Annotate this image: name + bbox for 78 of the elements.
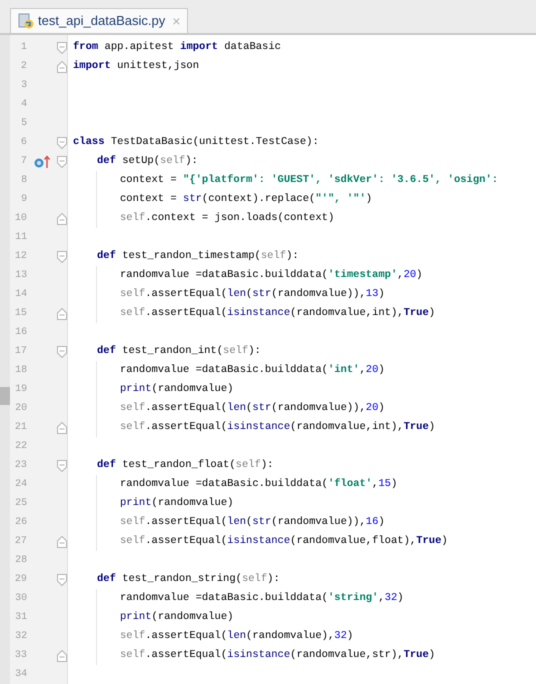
code-line: def test_randon_string(self): bbox=[97, 572, 280, 587]
python-file-icon bbox=[18, 13, 34, 29]
file-tab[interactable]: test_api_dataBasic.py × bbox=[10, 8, 188, 33]
tab-title: test_api_dataBasic.py bbox=[38, 12, 166, 30]
fold-icon[interactable] bbox=[57, 42, 67, 54]
fold-icon[interactable] bbox=[57, 536, 67, 548]
line-number: 24 bbox=[14, 478, 28, 492]
line-number: 17 bbox=[14, 345, 27, 359]
fold-icon[interactable] bbox=[57, 422, 67, 434]
line-number: 16 bbox=[14, 326, 28, 340]
line-number: 8 bbox=[20, 174, 28, 188]
override-icon[interactable] bbox=[34, 154, 50, 168]
line-number: 6 bbox=[20, 136, 27, 150]
line-number: 7 bbox=[20, 155, 27, 169]
fold-icon[interactable] bbox=[57, 650, 67, 662]
code-line: import unittest,json bbox=[73, 58, 200, 74]
line-number: 1 bbox=[20, 41, 27, 55]
code-line: from app.apitest import dataBasic bbox=[73, 40, 281, 55]
fold-icon[interactable] bbox=[57, 212, 67, 224]
fold-icon[interactable] bbox=[57, 574, 67, 586]
code-line: def test_randon_int(self): bbox=[97, 344, 261, 359]
code-line: randomvalue =dataBasic.builddata('float',15) bbox=[120, 476, 398, 492]
fold-icon[interactable] bbox=[57, 156, 67, 168]
line-number: 10 bbox=[14, 212, 27, 226]
code-line: def test_randon_timestamp(self): bbox=[97, 248, 299, 264]
code-line: self.assertEqual(len(str(randomvalue)),20) bbox=[120, 400, 385, 416]
code-line: self.assertEqual(isinstance(randomvalue,int),True) bbox=[120, 420, 436, 435]
code-line: self.assertEqual(len(str(randomvalue)),16) bbox=[120, 514, 385, 530]
line-number: 9 bbox=[20, 193, 28, 207]
line-number: 12 bbox=[14, 250, 27, 264]
line-number: 26 bbox=[14, 516, 28, 530]
fold-icon[interactable] bbox=[57, 136, 67, 148]
code-line: def test_randon_float(self): bbox=[97, 458, 274, 473]
code-line: randomvalue =dataBasic.builddata('timestamp',20) bbox=[120, 268, 422, 283]
fold-icon[interactable] bbox=[57, 308, 67, 320]
line-number: 19 bbox=[14, 383, 28, 397]
code-line: print(randomvalue) bbox=[120, 610, 234, 625]
code-line: print(randomvalue) bbox=[120, 382, 234, 397]
fold-icon[interactable] bbox=[57, 60, 67, 72]
line-number: 25 bbox=[14, 497, 28, 511]
line-number: 14 bbox=[14, 288, 28, 302]
code-line: randomvalue =dataBasic.builddata('int',20) bbox=[120, 362, 385, 378]
code-line: print(randomvalue) bbox=[120, 496, 234, 511]
line-number: 33 bbox=[14, 649, 27, 663]
fold-icon[interactable] bbox=[57, 460, 67, 472]
fold-icon[interactable] bbox=[57, 250, 67, 262]
line-number: 22 bbox=[14, 440, 28, 454]
line-number: 18 bbox=[14, 364, 28, 378]
line-number: 11 bbox=[14, 231, 28, 245]
code-line: def setUp(self): bbox=[97, 154, 198, 169]
code-line: context = str(context).replace("'", '"') bbox=[120, 192, 372, 207]
code-line: context = "{'platform': 'GUEST', 'sdkVer': '3.6.5', 'osign': bbox=[120, 172, 498, 188]
line-number: 31 bbox=[14, 611, 28, 625]
line-number: 34 bbox=[14, 668, 28, 682]
code-line: self.assertEqual(len(str(randomvalue)),13) bbox=[120, 286, 385, 302]
line-number: 4 bbox=[20, 98, 28, 112]
line-number: 20 bbox=[14, 402, 28, 416]
code-line: self.assertEqual(isinstance(randomvalue,str),True) bbox=[120, 648, 436, 663]
line-number: 3 bbox=[20, 79, 28, 93]
code-line: randomvalue =dataBasic.builddata('string',32) bbox=[120, 590, 404, 606]
line-number: 27 bbox=[14, 535, 27, 549]
line-number: 28 bbox=[14, 554, 28, 568]
line-number: 13 bbox=[14, 269, 28, 283]
code-line: self.context = json.loads(context) bbox=[120, 210, 334, 226]
line-number: 2 bbox=[20, 60, 27, 74]
line-number: 5 bbox=[20, 117, 28, 131]
line-number: 30 bbox=[14, 592, 28, 606]
code-line: self.assertEqual(isinstance(randomvalue,float),True) bbox=[120, 534, 448, 549]
code-line: self.assertEqual(isinstance(randomvalue,int),True) bbox=[120, 306, 436, 321]
line-number: 15 bbox=[14, 307, 27, 321]
line-number: 32 bbox=[14, 630, 28, 644]
line-number: 21 bbox=[14, 421, 27, 435]
fold-icon[interactable] bbox=[57, 346, 67, 358]
line-number: 29 bbox=[14, 573, 27, 587]
code-line: self.assertEqual(len(randomvalue),32) bbox=[120, 628, 354, 644]
scroll-marker bbox=[0, 387, 10, 405]
line-number: 23 bbox=[14, 459, 27, 473]
code-line: class TestDataBasic(unittest.TestCase): bbox=[73, 134, 319, 150]
